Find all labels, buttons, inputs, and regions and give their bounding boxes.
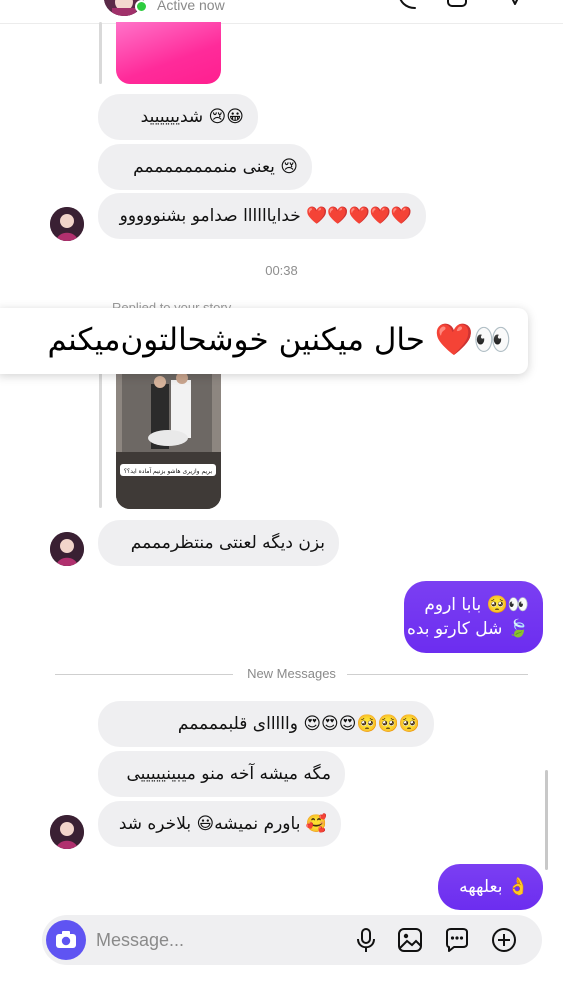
message-text: 👀🥺 بابا اروم	[424, 595, 529, 615]
message-bubble[interactable]: 😢 یعنی منممممممممم	[98, 144, 312, 190]
message-composer	[42, 915, 542, 965]
message-text: 👌 بعلههه	[459, 877, 529, 897]
flag-icon[interactable]	[504, 0, 526, 10]
message-text: 😀😢 شدیییییید	[140, 107, 244, 127]
chat-header: Active now	[0, 0, 563, 24]
message-bubble[interactable]: مگه میشه آخه منو میبینیییییی	[98, 751, 345, 797]
message-bubble[interactable]: بزن دیگه لعنتی منتظرمممم	[98, 520, 339, 566]
caption-banner: 👀❤️ حال میکنین خوشحالتون‌میکنم	[0, 308, 528, 374]
sender-avatar[interactable]	[50, 532, 84, 566]
divider-line	[347, 674, 528, 675]
message-text: 🥰 باورم نمیشه😃 بلاخره شد	[118, 814, 327, 834]
story-caption: بریم وازیری هاشو بزنیم آماده اید؟؟	[124, 466, 213, 475]
sticker-icon[interactable]	[443, 926, 471, 954]
image-icon[interactable]	[396, 926, 424, 954]
story-image[interactable]: بریم وازیری هاشو بزنیم آماده اید؟؟	[116, 374, 221, 509]
banner-text: 👀❤️ حال میکنین خوشحالتون‌میکنم	[47, 322, 512, 358]
message-bubble[interactable]: 😀😢 شدیییییید	[98, 94, 258, 140]
message-text: 😢 یعنی منممممممممم	[133, 157, 298, 177]
message-text: 🍃 شل کارتو بده	[406, 619, 529, 639]
plus-icon[interactable]	[490, 926, 518, 954]
sent-message-bubble[interactable]: 👌 بعلههه	[438, 864, 543, 910]
back-icon[interactable]	[62, 0, 78, 6]
active-status: Active now	[157, 0, 225, 13]
story-thumbnail[interactable]	[116, 22, 221, 84]
scrollbar[interactable]	[545, 770, 548, 870]
sender-avatar[interactable]	[50, 207, 84, 241]
phone-icon[interactable]	[396, 0, 418, 10]
chat-screen: Active now 😀😢 شدیییییید 😢 یعنی منممممممم…	[0, 0, 563, 1000]
message-bubble[interactable]: ❤️❤️❤️❤️❤️ خدایاااااا صدامو بشنووووو	[98, 193, 426, 239]
camera-button[interactable]	[46, 920, 86, 960]
message-text: ❤️❤️❤️❤️❤️ خدایاااااا صدامو بشنووووو	[119, 206, 412, 226]
message-input[interactable]	[96, 925, 336, 955]
sent-message-bubble[interactable]: 👀🥺 بابا اروم 🍃 شل کارتو بده	[404, 581, 543, 653]
sender-avatar[interactable]	[50, 815, 84, 849]
message-text: بزن دیگه لعنتی منتظرمممم	[130, 533, 325, 553]
message-bubble[interactable]: 🥺🥺🥺😍😍😍 وااااای قلبممممم	[98, 701, 434, 747]
new-messages-divider: New Messages	[55, 666, 528, 682]
video-icon[interactable]	[446, 0, 468, 10]
message-bubble[interactable]: 🥰 باورم نمیشه😃 بلاخره شد	[98, 801, 341, 847]
reply-line	[99, 370, 102, 508]
microphone-icon[interactable]	[352, 926, 380, 954]
message-text: 🥺🥺🥺😍😍😍 وااااای قلبممممم	[177, 714, 420, 734]
online-indicator	[135, 0, 148, 13]
message-text: مگه میشه آخه منو میبینیییییی	[126, 764, 331, 784]
timestamp: 00:38	[265, 263, 298, 278]
reply-line	[99, 22, 102, 84]
camera-icon	[56, 931, 76, 948]
